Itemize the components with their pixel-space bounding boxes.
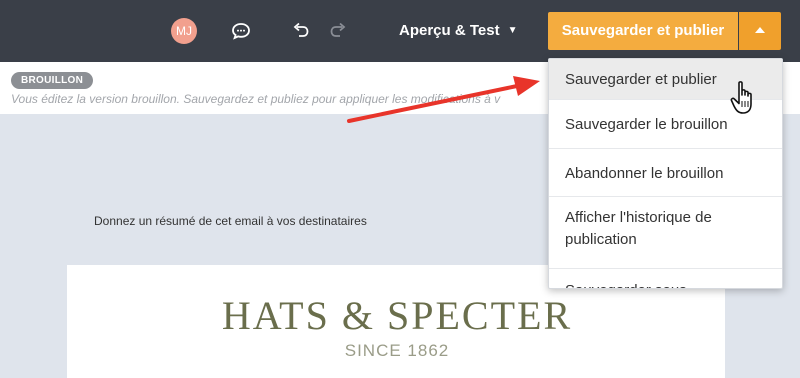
annotation-arrow-icon	[347, 76, 540, 123]
hand-cursor-icon	[730, 81, 752, 114]
